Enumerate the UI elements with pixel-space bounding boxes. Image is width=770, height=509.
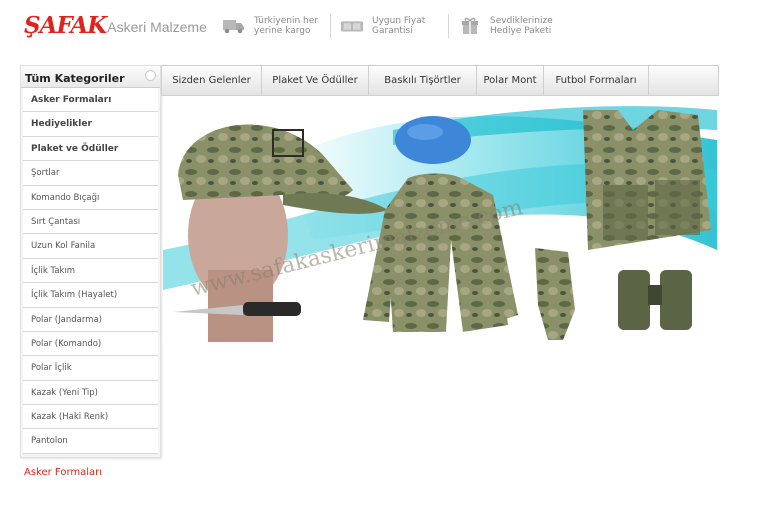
binoculars-image (618, 270, 692, 330)
feature-shipping-text: Türkiyenin her yerine kargo (254, 16, 318, 36)
sidebar-item[interactable]: İçlik Takım (23, 258, 158, 284)
top-navbar: Sizden Gelenler Plaket Ve Ödüller Baskıl… (161, 65, 719, 96)
sidebar-item[interactable]: Kazak (Yeni Tip) (23, 380, 158, 406)
logo-subtitle: Askeri Malzeme (107, 19, 207, 35)
sidebar-item[interactable]: Komando Bıçağı (23, 185, 158, 210)
sidebar-title: Tüm Kategoriler (21, 66, 160, 88)
sidebar-item[interactable]: İçlik Takım (Hayalet) (23, 283, 158, 308)
hero-banner[interactable]: www.safakaskerimalzeme.com (163, 100, 717, 342)
nav-sizden-gelenler[interactable]: Sizden Gelenler (162, 66, 262, 95)
footer-link-asker-formalari[interactable]: Asker Formaları (24, 467, 102, 478)
sidebar-item[interactable]: Şortlar (23, 161, 158, 186)
sidebar-item[interactable]: Pantolon (23, 429, 158, 454)
sidebar-item[interactable]: Asker Formaları (23, 88, 158, 113)
feature-gift-text: Sevdiklerinize Hediye Paketi (490, 16, 553, 36)
beret-image (395, 116, 471, 164)
category-sidebar: Tüm Kategoriler Asker Formaları Hediyelik… (20, 65, 161, 458)
logo-brand-text: ŞAFAK (24, 12, 107, 39)
sidebar-item[interactable]: Polar İçlik (23, 356, 158, 381)
category-list: Asker Formaları Hediyelikler Plaket ve Ödü… (21, 88, 160, 457)
price-tag-icon (340, 17, 364, 35)
feature-strip: Türkiyenin her yerine kargo Uygun Fiyat … (222, 14, 566, 38)
nav-plaket-ve-oduller[interactable]: Plaket Ve Ödüller (262, 66, 369, 95)
site-logo[interactable]: ŞAFAK Askeri Malzeme (24, 10, 207, 40)
sidebar-item[interactable]: Sırt Çantası (23, 209, 158, 235)
holster-image (535, 248, 575, 340)
sidebar-item[interactable]: Kazak (Haki Renk) (23, 405, 158, 430)
sidebar-item[interactable]: Polar (Jandarma) (23, 307, 158, 332)
sidebar-item[interactable]: Hediyelikler (23, 112, 158, 137)
truck-icon (222, 17, 246, 35)
banner-illustration: www.safakaskerimalzeme.com (163, 106, 717, 342)
feature-gift: Sevdiklerinize Hediye Paketi (448, 14, 566, 38)
gift-icon (458, 17, 482, 35)
close-icon[interactable] (145, 70, 156, 81)
nav-baskili-tisortler[interactable]: Baskılı Tişörtler (369, 66, 477, 95)
sidebar-item[interactable]: Uzun Kol Fanila (23, 234, 158, 259)
nav-polar-mont[interactable]: Polar Mont (477, 66, 544, 95)
sidebar-item[interactable]: Polar (Komando) (23, 331, 158, 357)
feature-price: Uygun Fiyat Garantisi (330, 14, 448, 38)
feature-price-text: Uygun Fiyat Garantisi (372, 16, 426, 36)
nav-futbol-formalari[interactable]: Futbol Formaları (544, 66, 649, 95)
sidebar-item[interactable]: Plaket ve Ödüller (23, 136, 158, 162)
feature-shipping: Türkiyenin her yerine kargo (222, 14, 330, 38)
sidebar-title-text: Tüm Kategoriler (25, 72, 125, 85)
